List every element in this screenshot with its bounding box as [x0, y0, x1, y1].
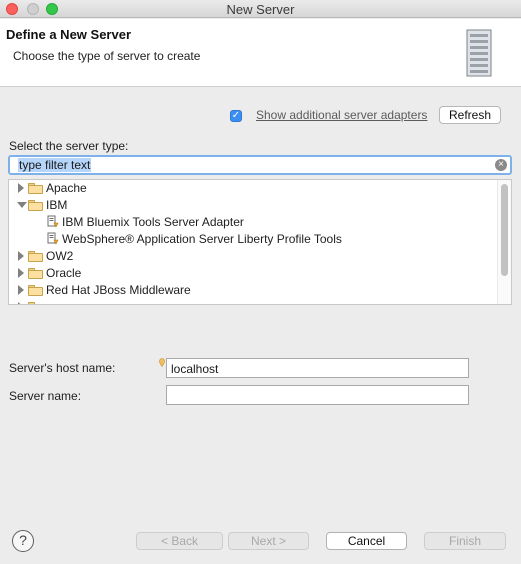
show-adapters-link[interactable]: Show additional server adapters	[256, 108, 427, 122]
host-name-input[interactable]: localhost	[166, 358, 469, 378]
tree-node-label: OW2	[46, 249, 74, 263]
tree-node-label: WebSphere® Application Server Liberty Pr…	[62, 232, 342, 246]
folder-icon	[28, 183, 43, 194]
host-name-label: Server's host name:	[9, 361, 116, 375]
cancel-button[interactable]: Cancel	[326, 532, 407, 550]
expand-arrow-icon[interactable]	[18, 285, 24, 295]
collapse-arrow-icon[interactable]	[17, 202, 27, 208]
tree-node-oracle[interactable]: Oracle	[9, 265, 497, 282]
expand-arrow-icon[interactable]	[18, 251, 24, 261]
server-type-label: Select the server type:	[9, 139, 129, 153]
tree-node-websphere-liberty[interactable]: WebSphere® Application Server Liberty Pr…	[9, 231, 497, 248]
folder-icon	[28, 251, 43, 262]
refresh-button[interactable]: Refresh	[439, 106, 501, 124]
expand-arrow-icon[interactable]	[18, 302, 24, 304]
adapters-row: ✓ Show additional server adapters Refres…	[0, 106, 521, 126]
clear-filter-icon[interactable]: ×	[495, 159, 507, 171]
help-button[interactable]: ?	[12, 530, 34, 552]
wizard-banner: Define a New Server Choose the type of s…	[0, 19, 521, 87]
tree-node-label: IBM Bluemix Tools Server Adapter	[62, 215, 244, 229]
tree-node-bluemix-adapter[interactable]: IBM Bluemix Tools Server Adapter	[9, 214, 497, 231]
filter-input-value: type filter text	[18, 158, 92, 172]
tree-node-label: IBM	[46, 198, 68, 212]
server-type-tree[interactable]: Apache IBM IBM Bluemix Tools Server Adap…	[8, 179, 512, 305]
server-name-label: Server name:	[9, 389, 82, 403]
wizard-title: Define a New Server	[6, 27, 132, 42]
filter-input[interactable]: type filter text ×	[8, 155, 512, 175]
tree-scrollbar[interactable]	[497, 180, 511, 304]
server-adapter-icon	[47, 215, 59, 228]
wizard-description: Choose the type of server to create	[13, 49, 201, 63]
server-tower-icon	[466, 29, 492, 77]
server-adapter-icon	[47, 232, 59, 245]
next-button[interactable]: Next >	[228, 532, 309, 550]
tree-node-label: Oracle	[46, 266, 82, 280]
content-assist-icon	[159, 358, 165, 367]
back-button[interactable]: < Back	[136, 532, 223, 550]
tree-node-label: Apache	[46, 181, 87, 195]
tree-scrollbar-thumb[interactable]	[501, 184, 508, 276]
tree-node-label: Red Hat JBoss Middleware	[46, 283, 191, 297]
folder-icon	[28, 285, 43, 296]
expand-arrow-icon[interactable]	[18, 183, 24, 193]
server-name-input[interactable]	[166, 385, 469, 405]
tree-node-partial[interactable]	[9, 299, 497, 304]
tree-node-ow2[interactable]: OW2	[9, 248, 497, 265]
show-adapters-checkbox[interactable]: ✓	[230, 110, 242, 122]
window-title: New Server	[226, 2, 295, 17]
tree-node-ibm[interactable]: IBM	[9, 197, 497, 214]
tree-node-apache[interactable]: Apache	[9, 180, 497, 197]
folder-icon	[28, 268, 43, 279]
folder-open-icon	[28, 200, 43, 211]
finish-button[interactable]: Finish	[424, 532, 506, 550]
window-titlebar: New Server	[0, 0, 521, 18]
tree-node-red-hat-jboss[interactable]: Red Hat JBoss Middleware	[9, 282, 497, 299]
folder-icon	[28, 302, 43, 304]
expand-arrow-icon[interactable]	[18, 268, 24, 278]
